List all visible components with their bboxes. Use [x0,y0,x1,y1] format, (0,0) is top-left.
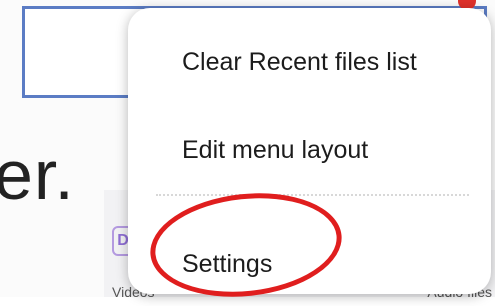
menu-divider [156,194,469,196]
menu-item-edit-layout[interactable]: Edit menu layout [182,136,368,165]
menu-item-clear-recent[interactable]: Clear Recent files list [182,48,417,77]
background-heading-text: er. [0,136,75,214]
